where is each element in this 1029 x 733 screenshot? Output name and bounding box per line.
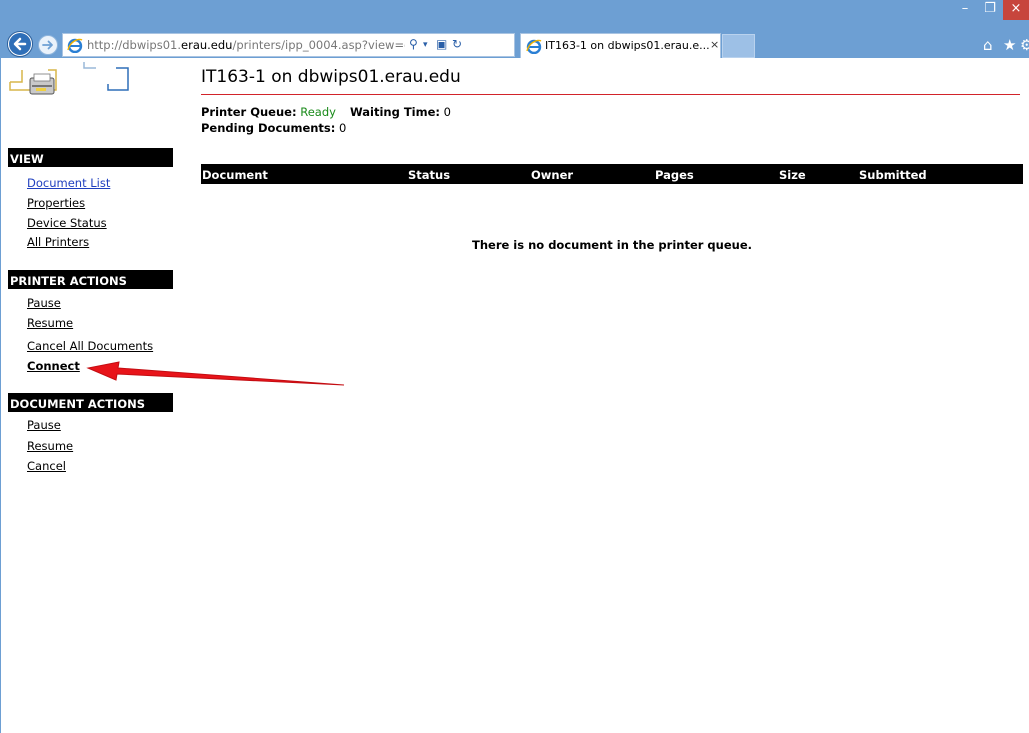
printer-actions-heading: PRINTER ACTIONS — [8, 270, 173, 289]
compat-view-icon[interactable]: ▣ — [436, 37, 447, 51]
sidebar-link-properties[interactable]: Properties — [27, 196, 85, 210]
printer-queue-info: Printer Queue: Ready — [201, 105, 336, 119]
sidebar-link-document-list[interactable]: Document List — [27, 176, 110, 190]
browser-chrome: – ❐ × http://dbwips01.erau.edu/printers/… — [0, 0, 1029, 58]
pending-docs-info: Pending Documents: 0 — [201, 121, 346, 135]
waiting-time-value: 0 — [443, 105, 451, 119]
cancel-all-documents-link[interactable]: Cancel All Documents — [27, 339, 153, 353]
search-icon[interactable]: ⚲ — [409, 37, 418, 51]
column-header-status[interactable]: Status — [408, 168, 450, 182]
connect-link[interactable]: Connect — [27, 359, 80, 373]
sidebar-link-device-status[interactable]: Device Status — [27, 216, 107, 230]
column-header-size[interactable]: Size — [779, 168, 806, 182]
document-resume-link[interactable]: Resume — [27, 439, 73, 453]
column-header-owner[interactable]: Owner — [531, 168, 573, 182]
forward-arrow-icon — [42, 40, 53, 50]
ie-logo-icon — [526, 39, 542, 54]
waiting-time-label: Waiting Time: — [350, 105, 441, 119]
pending-docs-label: Pending Documents: — [201, 121, 336, 135]
pending-docs-value: 0 — [339, 121, 347, 135]
column-header-submitted[interactable]: Submitted — [859, 168, 927, 182]
close-window-button[interactable]: × — [1003, 0, 1029, 20]
tab-printer-page[interactable]: IT163-1 on dbwips01.erau.e... × — [520, 33, 721, 58]
printer-resume-link[interactable]: Resume — [27, 316, 73, 330]
maximize-button[interactable]: ❐ — [980, 0, 1000, 20]
tab-title: IT163-1 on dbwips01.erau.e... — [545, 39, 710, 52]
tab-close-icon[interactable]: × — [710, 38, 719, 51]
minimize-button[interactable]: – — [955, 0, 975, 20]
page-title: IT163-1 on dbwips01.erau.edu — [201, 67, 461, 87]
forward-button[interactable] — [38, 35, 58, 55]
refresh-icon[interactable]: ↻ — [452, 37, 462, 51]
document-pause-link[interactable]: Pause — [27, 418, 61, 432]
printer-queue-label: Printer Queue: — [201, 105, 297, 119]
column-header-pages[interactable]: Pages — [655, 168, 694, 182]
window-border — [0, 58, 1, 733]
printer-pause-link[interactable]: Pause — [27, 296, 61, 310]
ie-logo-icon — [67, 38, 83, 53]
title-divider — [201, 94, 1020, 95]
new-tab-button[interactable] — [722, 34, 755, 58]
queue-table-header: Document Status Owner Pages Size Submitt… — [201, 164, 1023, 184]
search-dropdown-icon[interactable]: ▾ — [423, 40, 428, 50]
back-arrow-icon — [9, 33, 31, 55]
address-bar[interactable]: http://dbwips01.erau.edu/printers/ipp_00… — [62, 33, 515, 57]
printer-folder-icon — [9, 62, 129, 95]
home-icon[interactable]: ⌂ — [983, 36, 993, 54]
printer-queue-status: Ready — [300, 105, 336, 119]
settings-gear-icon[interactable]: ⚙ — [1020, 36, 1029, 54]
favorites-star-icon[interactable]: ★ — [1003, 36, 1016, 54]
column-header-document[interactable]: Document — [202, 168, 268, 182]
view-section-heading: VIEW — [8, 148, 173, 167]
back-button[interactable] — [7, 31, 33, 57]
empty-queue-message: There is no document in the printer queu… — [472, 238, 752, 252]
document-cancel-link[interactable]: Cancel — [27, 459, 66, 473]
sidebar-link-all-printers[interactable]: All Printers — [27, 235, 89, 249]
address-url[interactable]: http://dbwips01.erau.edu/printers/ipp_00… — [87, 38, 405, 52]
waiting-time-info: Waiting Time: 0 — [350, 105, 451, 119]
document-actions-heading: DOCUMENT ACTIONS — [8, 393, 173, 412]
